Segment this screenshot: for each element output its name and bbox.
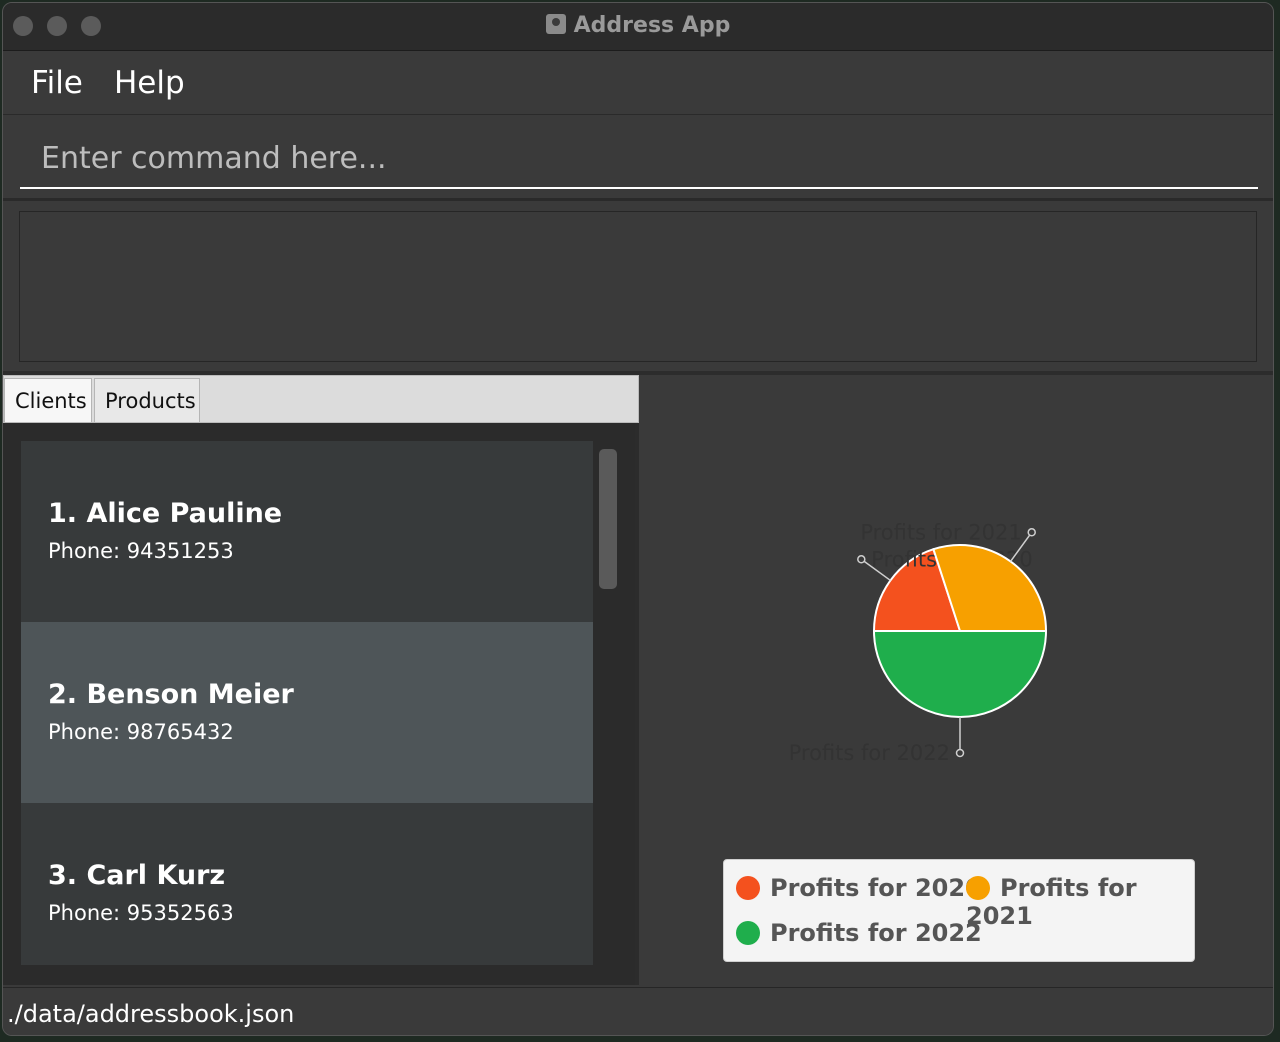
legend-entry-2021: Profits for 2021 [966,874,1194,930]
menu-help[interactable]: Help [114,65,185,101]
list-item[interactable]: 1. Alice Pauline Phone: 94351253 [21,441,593,622]
pie-label-2021: Profits for 2021 [860,520,1021,544]
client-name: 1. Alice Pauline [48,498,283,529]
client-list: 1. Alice Pauline Phone: 94351253 2. Bens… [21,441,595,965]
menu-bar: File Help [3,51,1273,115]
window-title: Address App [3,13,1273,38]
client-phone: Phone: 98765432 [48,720,234,744]
legend-entry-2022: Profits for 2022 [736,919,982,947]
legend-label-2022: Profits for 2022 [770,919,982,947]
list-pane: Clients Products 1. Alice Pauline Phone:… [3,375,639,985]
client-phone: Phone: 95352563 [48,901,234,925]
legend-label-2021: Profits for 2021 [966,874,1137,930]
pie-leader-dot-2021 [1027,528,1036,537]
chart-legend: Profits for 2020 Profits for 2021 Profit… [723,859,1195,962]
legend-swatch-2022 [736,921,760,945]
result-display [19,211,1257,362]
tab-clients[interactable]: Clients [4,378,92,422]
legend-swatch-2020 [736,876,760,900]
status-bar: ./data/addressbook.json [3,987,1273,1035]
chart-pane: Profits for 2020Profits for 2021Profits … [643,375,1273,985]
pie-leader-dot-2020 [857,555,866,564]
menu-file[interactable]: File [31,65,83,101]
list-scrollbar[interactable] [599,449,617,589]
client-name: 3. Carl Kurz [48,860,226,891]
tab-products[interactable]: Products [94,378,200,422]
command-box [3,115,1273,201]
legend-swatch-2021 [966,876,990,900]
contact-book-icon [545,14,566,34]
app-window: Address App File Help Clients Products 1… [2,2,1274,1036]
client-phone: Phone: 94351253 [48,539,234,563]
command-input[interactable] [20,129,1258,189]
title-bar: Address App [3,3,1273,51]
window-title-text: Address App [573,13,731,38]
pie-slice-2022[interactable] [872,630,1048,718]
legend-entry-2020: Profits for 2020 [736,874,982,902]
list-item[interactable]: 3. Carl Kurz Phone: 95352563 [21,803,593,965]
pie-leader-dot-2022 [955,748,965,758]
tab-bar: Clients Products [3,375,639,423]
list-item[interactable]: 2. Benson Meier Phone: 98765432 [21,622,593,803]
save-location: ./data/addressbook.json [7,1000,295,1028]
pie-label-2022: Profits for 2022 [789,741,950,765]
client-name: 2. Benson Meier [48,679,294,710]
legend-label-2020: Profits for 2020 [770,874,982,902]
